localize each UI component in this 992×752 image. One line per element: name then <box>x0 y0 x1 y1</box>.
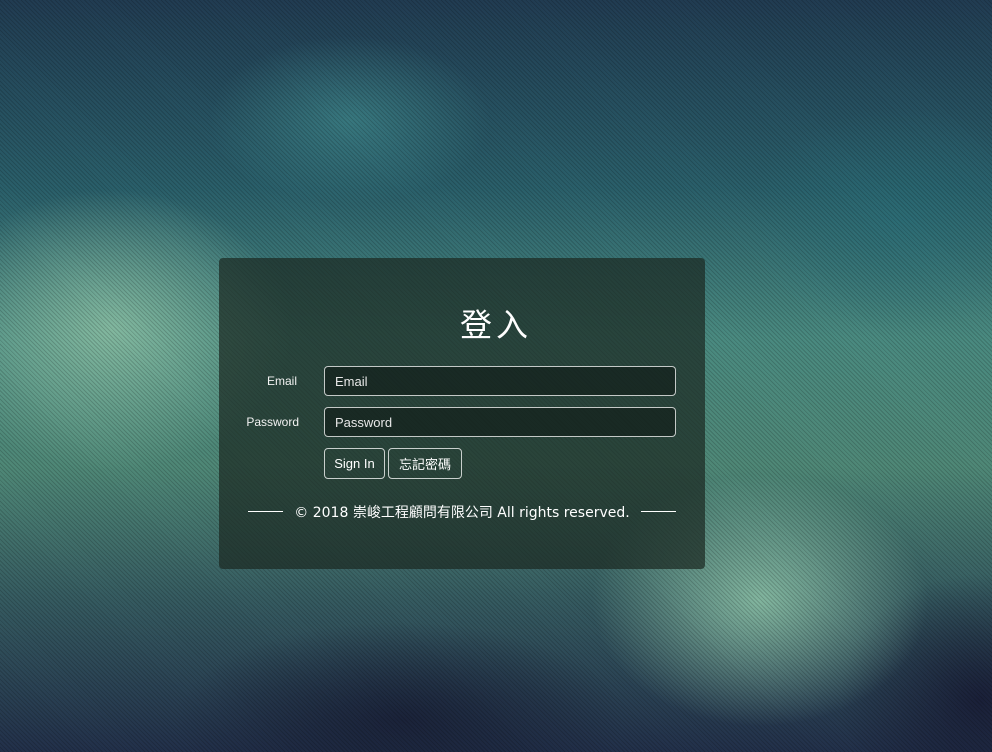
copyright-text: © 2018 崇峻工程顧問有限公司 All rights reserved. <box>294 505 630 521</box>
password-input[interactable] <box>324 407 676 437</box>
email-label: Email <box>266 374 297 388</box>
footer-divider-right <box>641 511 676 512</box>
password-label: Password <box>246 415 299 429</box>
email-input[interactable] <box>324 366 676 396</box>
forgot-password-button[interactable]: 忘記密碼 <box>388 448 462 479</box>
sign-in-button[interactable]: Sign In <box>324 448 385 479</box>
login-title: 登入 <box>459 306 532 344</box>
